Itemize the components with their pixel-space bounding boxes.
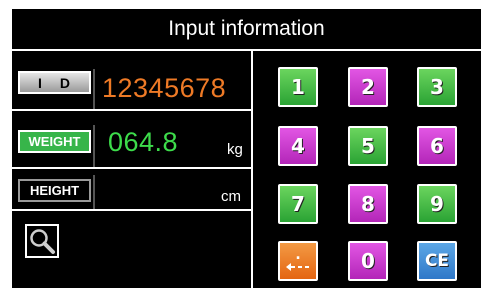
magnifier-icon	[30, 229, 55, 254]
key-2-label: 2	[361, 75, 375, 99]
height-label: HEIGHT	[18, 179, 91, 202]
key-0[interactable]: 0	[348, 241, 388, 281]
backspace-button[interactable]: .	[278, 241, 318, 281]
key-2[interactable]: 2	[348, 67, 388, 107]
search-button[interactable]	[25, 224, 59, 258]
clear-entry-button[interactable]: CE	[417, 241, 457, 281]
key-5[interactable]: 5	[348, 126, 388, 166]
backspace-icon: .	[286, 247, 309, 271]
vertical-divider	[251, 51, 253, 288]
key-7-label: 7	[291, 192, 305, 216]
clear-entry-label: CE	[424, 251, 450, 271]
height-label-text: HEIGHT	[29, 183, 80, 198]
key-6[interactable]: 6	[417, 126, 457, 166]
row-divider	[12, 209, 251, 211]
key-6-label: 6	[430, 134, 444, 158]
id-label-text: I D	[38, 74, 77, 91]
height-row-separator	[93, 175, 95, 209]
key-0-label: 0	[361, 249, 375, 273]
row-divider	[12, 109, 251, 111]
id-row-separator	[93, 69, 95, 109]
row-divider	[12, 167, 251, 169]
id-label: I D	[18, 71, 91, 94]
key-5-label: 5	[361, 134, 375, 158]
key-1-label: 1	[291, 75, 305, 99]
key-9[interactable]: 9	[417, 184, 457, 224]
height-unit: cm	[221, 188, 241, 205]
key-4-label: 4	[291, 134, 305, 158]
weight-label: WEIGHT	[18, 130, 91, 153]
key-9-label: 9	[430, 192, 444, 216]
key-8[interactable]: 8	[348, 184, 388, 224]
title-bar: Input information	[12, 9, 481, 51]
key-8-label: 8	[361, 192, 375, 216]
page-title: Input information	[168, 17, 325, 40]
height-value[interactable]	[108, 179, 208, 205]
weight-value[interactable]: 064.8	[108, 127, 178, 158]
backspace-dot: .	[295, 247, 300, 263]
weight-label-text: WEIGHT	[28, 134, 81, 149]
weight-row-separator	[93, 125, 95, 167]
input-screen: Input information I D 12345678 WEIGHT 06…	[12, 9, 481, 288]
key-3-label: 3	[430, 75, 444, 99]
id-value[interactable]: 12345678	[102, 73, 226, 104]
key-4[interactable]: 4	[278, 126, 318, 166]
key-7[interactable]: 7	[278, 184, 318, 224]
weight-unit: kg	[227, 141, 243, 158]
key-3[interactable]: 3	[417, 67, 457, 107]
key-1[interactable]: 1	[278, 67, 318, 107]
